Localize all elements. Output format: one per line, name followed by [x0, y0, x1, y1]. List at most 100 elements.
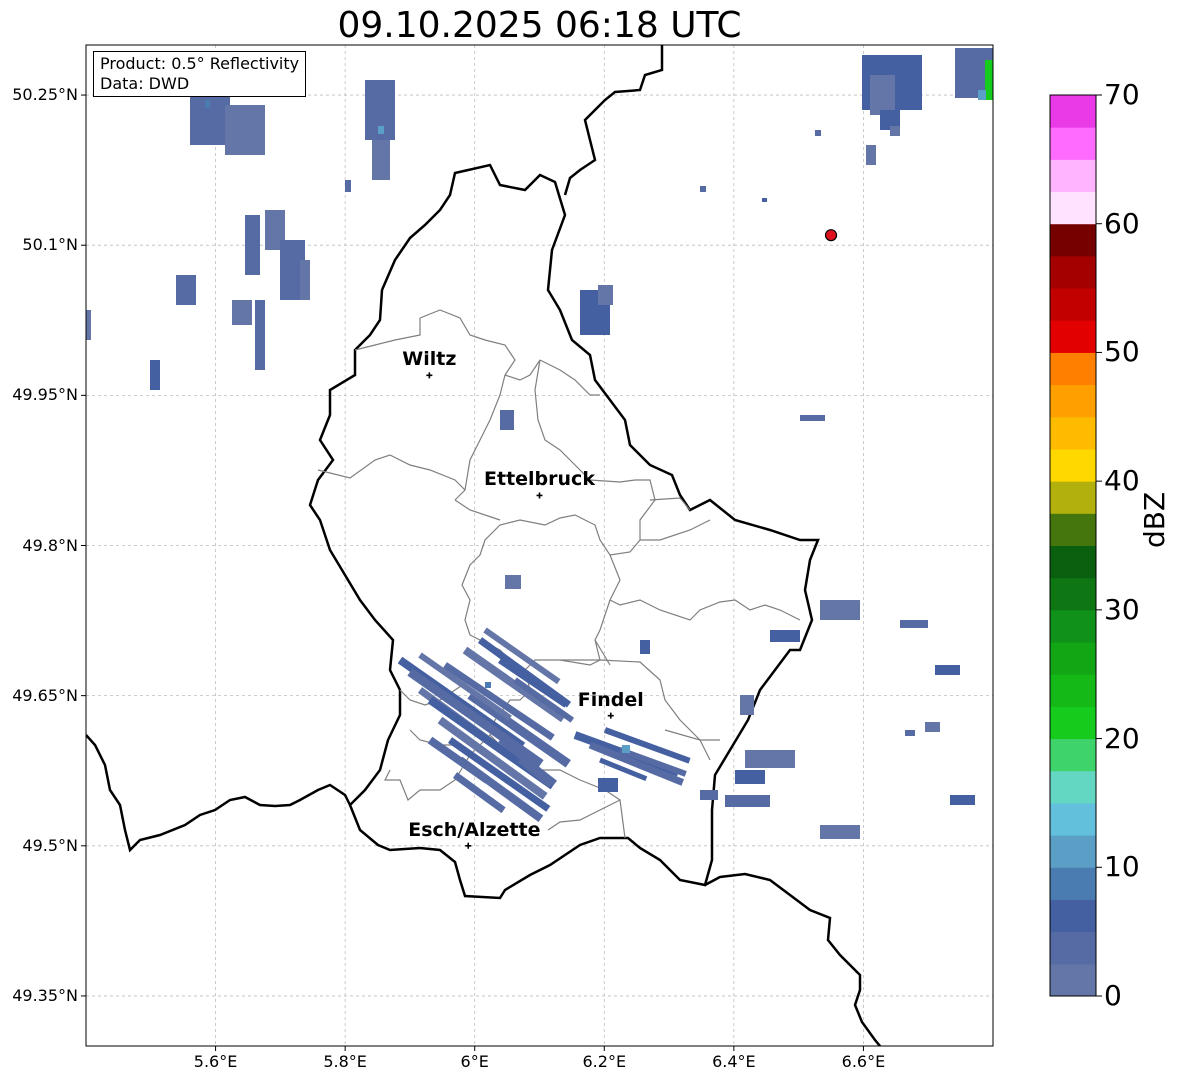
colorbar-segment	[1050, 255, 1096, 289]
colorbar-segment	[1050, 835, 1096, 868]
colorbar-segment	[1050, 706, 1096, 740]
echo-cell	[935, 665, 960, 675]
radar-map	[81, 44, 1102, 1051]
echo-cell	[700, 790, 718, 800]
colorbar-segment	[1050, 288, 1096, 321]
colorbar-tick-label: 10	[1104, 850, 1140, 884]
echo-cell	[255, 300, 265, 370]
lon-label: 6.2°E	[582, 1052, 627, 1071]
colorbar-segment	[1050, 867, 1096, 900]
echo-cell	[725, 795, 770, 807]
echo-cell	[300, 260, 310, 300]
echo-cell	[86, 310, 91, 340]
echo-cell	[176, 275, 196, 305]
echo-cell	[205, 100, 210, 108]
echo-cell	[740, 695, 754, 715]
echo-cell	[890, 126, 900, 136]
colorbar-segment	[1050, 159, 1096, 193]
echo-cell	[500, 410, 514, 430]
echo-cell	[870, 75, 895, 115]
data-source-label: Data: DWD	[100, 74, 190, 93]
echo-cell	[985, 60, 993, 100]
echo-cell	[150, 360, 160, 390]
info-box: Product: 0.5° Reflectivity Data: DWD	[93, 51, 307, 97]
echo-cell	[800, 415, 825, 421]
city-label: Findel	[577, 688, 644, 711]
colorbar-segment	[1050, 545, 1096, 579]
colorbar	[1049, 94, 1102, 997]
echo-cell	[598, 778, 618, 792]
colorbar-segment	[1050, 191, 1096, 225]
echo-cell	[866, 145, 876, 165]
echo-cell	[820, 600, 860, 620]
echo-cell	[900, 620, 928, 628]
echo-cell	[905, 730, 915, 736]
echo-cell	[598, 285, 613, 305]
colorbar-segment	[1050, 95, 1096, 128]
city-label: Ettelbruck	[484, 468, 595, 491]
lon-label: 5.6°E	[193, 1052, 238, 1071]
colorbar-segment	[1050, 802, 1096, 836]
colorbar-segment	[1050, 127, 1096, 160]
echo-cell	[762, 198, 767, 202]
echo-cell	[485, 682, 491, 688]
colorbar-segment	[1050, 352, 1096, 386]
colorbar-segment	[1050, 674, 1096, 707]
city-label: Esch/Alzette	[408, 818, 541, 841]
echo-cell	[378, 126, 384, 134]
lon-label: 6°E	[460, 1052, 489, 1071]
echo-cell	[820, 825, 860, 839]
echo-cell	[770, 630, 800, 642]
lon-label: 6.4°E	[712, 1052, 756, 1071]
colorbar-segment	[1050, 448, 1096, 482]
colorbar-segment	[1050, 770, 1096, 804]
colorbar-tick-label: 40	[1104, 464, 1140, 498]
colorbar-segment	[1050, 223, 1096, 257]
colorbar-title: dBZ	[1138, 491, 1171, 548]
echo-cell	[622, 745, 630, 753]
colorbar-segment	[1050, 513, 1096, 546]
lat-label: 49.8°N	[22, 535, 78, 555]
colorbar-segment	[1050, 577, 1096, 611]
lon-label: 5.8°E	[323, 1052, 367, 1071]
echo-cell	[950, 795, 975, 805]
lon-label: 6.6°E	[841, 1052, 886, 1071]
colorbar-tick-label: 20	[1104, 721, 1140, 755]
colorbar-tick-label: 50	[1104, 335, 1140, 369]
colorbar-segment	[1050, 609, 1096, 643]
lat-label: 49.95°N	[12, 385, 78, 405]
lat-label: 49.5°N	[22, 835, 78, 855]
city-label: Wiltz	[402, 348, 457, 371]
colorbar-segment	[1050, 738, 1096, 772]
colorbar-segment	[1050, 481, 1096, 514]
echo-cell	[735, 770, 765, 784]
colorbar-tick-label: 70	[1104, 78, 1140, 111]
echo-cell	[232, 300, 252, 325]
echo-cell	[640, 640, 650, 654]
radar-site-marker	[824, 229, 838, 242]
echo-cell	[745, 750, 795, 768]
colorbar-segment	[1050, 899, 1096, 933]
lat-label: 49.35°N	[12, 985, 78, 1005]
echo-cell	[700, 186, 706, 192]
lat-label: 50.1°N	[22, 235, 78, 255]
echo-cell	[925, 722, 940, 732]
colorbar-segment	[1050, 642, 1096, 675]
product-label: Product: 0.5° Reflectivity	[100, 54, 300, 73]
echo-cell	[245, 215, 260, 275]
colorbar-tick-label: 60	[1104, 206, 1140, 240]
colorbar-segment	[1050, 963, 1096, 997]
echo-cell	[345, 180, 351, 192]
echo-cell	[372, 140, 390, 180]
echo-cell	[978, 90, 986, 100]
colorbar-segment	[1050, 320, 1096, 353]
colorbar-tick-label: 0	[1104, 979, 1122, 1012]
colorbar-segment	[1050, 384, 1096, 418]
lat-label: 49.65°N	[12, 685, 78, 705]
colorbar-segment	[1050, 416, 1096, 450]
colorbar-segment	[1050, 931, 1096, 965]
colorbar-tick-label: 30	[1104, 592, 1140, 626]
echo-cell	[815, 130, 821, 136]
echo-cell	[225, 105, 265, 155]
echo-cell	[505, 575, 521, 589]
